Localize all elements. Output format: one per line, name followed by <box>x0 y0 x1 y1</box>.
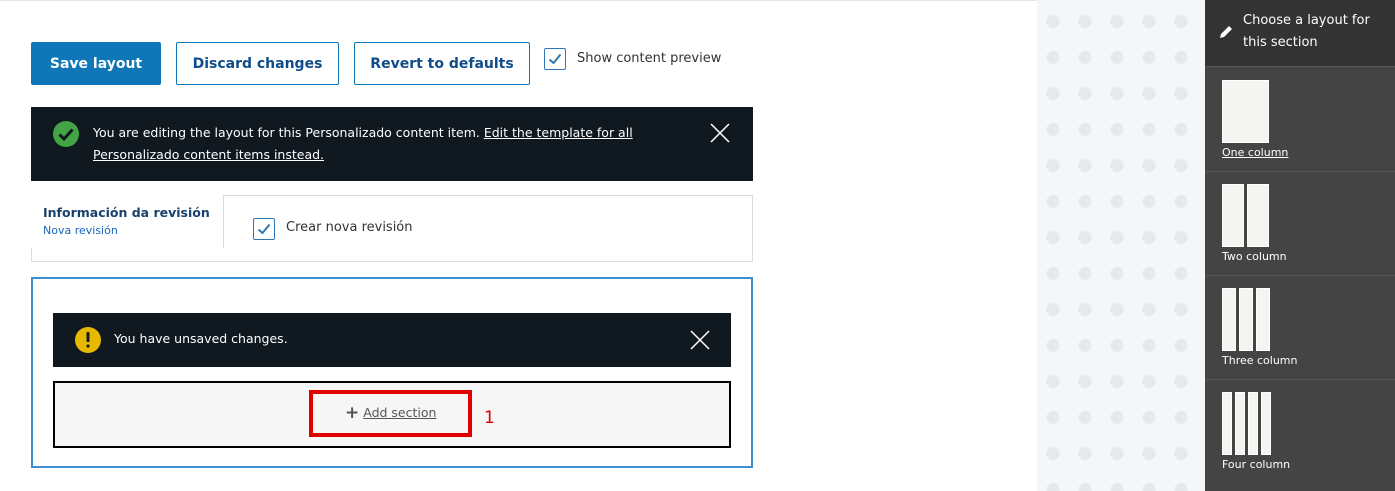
checkmark-icon <box>257 223 271 235</box>
checkmark-icon <box>548 53 562 65</box>
discard-changes-button[interactable]: Discard changes <box>176 42 339 85</box>
top-divider <box>0 0 1037 1</box>
revision-tab-title[interactable]: Información da revisión <box>43 205 210 220</box>
sidebar-header: Choose a layout for this section <box>1205 0 1395 67</box>
revision-tab-summary: Nova revisión <box>43 224 118 237</box>
unsaved-changes-text: You have unsaved changes. <box>114 331 288 346</box>
close-icon[interactable] <box>709 122 731 144</box>
show-content-preview-label[interactable]: Show content preview <box>577 51 721 66</box>
layout-option-three-column[interactable]: Three column <box>1205 276 1395 380</box>
show-content-preview-checkbox[interactable] <box>544 48 566 70</box>
revision-tab-divider <box>224 261 753 262</box>
revert-to-defaults-button[interactable]: Revert to defaults <box>354 42 530 85</box>
close-icon[interactable] <box>689 329 711 351</box>
layout-option-label[interactable]: Four column <box>1222 458 1290 471</box>
editing-message-text: You are editing the layout for this Pers… <box>93 125 633 162</box>
two-column-preview-icon <box>1222 184 1269 247</box>
background-pattern <box>1037 0 1205 491</box>
sidebar-title: Choose a layout for this section <box>1243 13 1370 50</box>
layout-option-two-column[interactable]: Two column <box>1205 172 1395 276</box>
editing-status-message: You are editing the layout for this Pers… <box>31 107 753 181</box>
unsaved-changes-message: You have unsaved changes. <box>53 313 731 367</box>
layout-option-four-column[interactable]: Four column <box>1205 380 1395 484</box>
annotation-number-1: 1 <box>484 408 495 428</box>
layout-option-label[interactable]: One column <box>1222 146 1288 159</box>
layout-option-label[interactable]: Two column <box>1222 250 1287 263</box>
pencil-icon <box>1220 26 1232 38</box>
create-revision-checkbox[interactable] <box>253 218 275 240</box>
success-check-icon <box>53 121 79 147</box>
one-column-preview-icon <box>1222 80 1269 143</box>
four-column-preview-icon <box>1222 392 1271 455</box>
create-revision-label[interactable]: Crear nova revisión <box>286 220 413 235</box>
highlight-box-add-section <box>309 390 472 437</box>
layout-chooser-sidebar: Choose a layout for this section One col… <box>1205 0 1395 491</box>
three-column-preview-icon <box>1222 288 1270 351</box>
tab-revision-information[interactable] <box>31 195 224 248</box>
warning-icon <box>75 327 101 353</box>
layout-option-one-column[interactable]: One column <box>1205 68 1395 172</box>
layout-option-label[interactable]: Three column <box>1222 354 1298 367</box>
save-layout-button[interactable]: Save layout <box>31 42 161 85</box>
